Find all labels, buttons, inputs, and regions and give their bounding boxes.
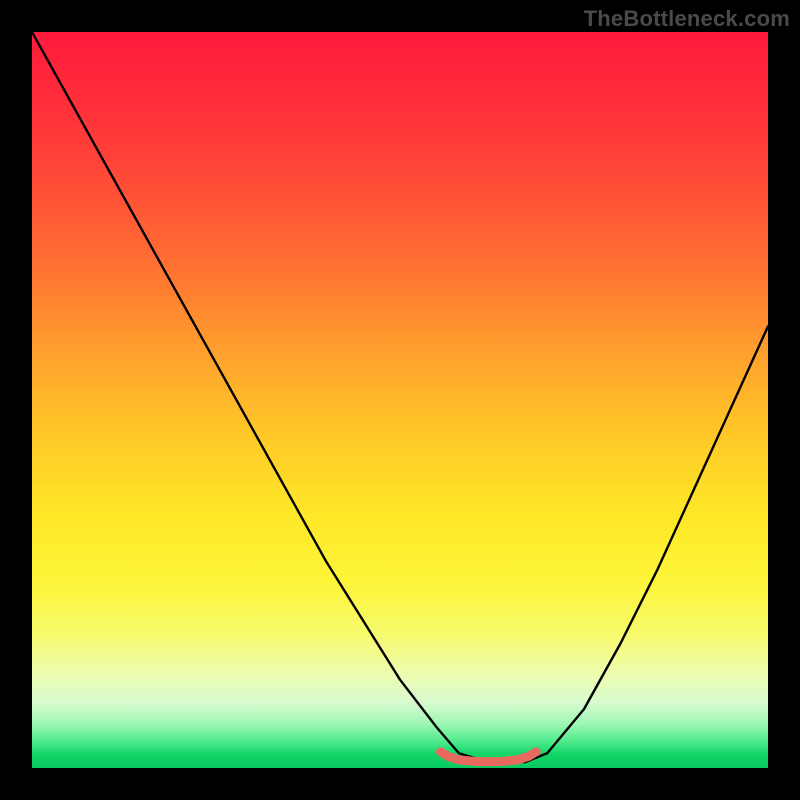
- chart-container: TheBottleneck.com: [0, 0, 800, 800]
- black-curve: [32, 32, 768, 762]
- watermark-text: TheBottleneck.com: [584, 6, 790, 32]
- plot-area: [32, 32, 768, 768]
- red-marker-curve: [440, 752, 536, 762]
- curve-layer: [32, 32, 768, 768]
